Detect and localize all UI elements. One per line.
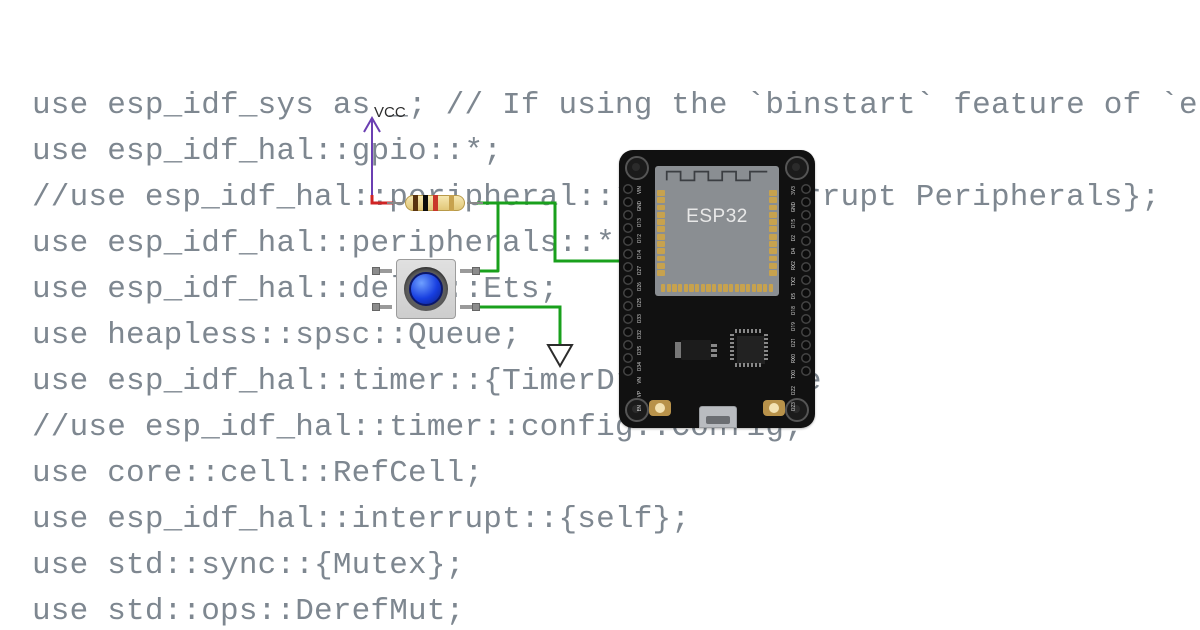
canvas: use esp_idf_sys as _; // If using the `b… [0,0,1200,630]
usb-uart-chip-icon [737,336,765,364]
antenna-icon [665,168,769,182]
button-cap-icon [409,272,443,306]
pin-labels-left: VINGNDD13D12D14D27D26D25D33D32D35D34VNVP… [637,186,643,386]
en-reset-button [763,400,785,416]
push-button [388,251,464,327]
resistor-band-4 [449,195,454,211]
resistor-band-3 [433,195,438,211]
esp32-shield: ESP32 [655,166,779,296]
pin-labels-right: 3V3GNDD15D2D4RX2TX2D5D18D19D21RX0TX0D22D… [791,186,797,386]
header-pins-left [623,184,633,376]
chip-label: ESP32 [655,206,779,228]
esp32-board: VINGNDD13D12D14D27D26D25D33D32D35D34VNVP… [619,150,815,428]
resistor-band-1 [413,195,418,211]
pull-up-resistor [393,192,477,214]
micro-usb-port-icon [699,406,737,428]
header-pins-right [801,184,811,376]
voltage-regulator-icon [681,340,711,360]
resistor-band-2 [423,195,428,211]
boot-button [649,400,671,416]
background-code: use esp_idf_sys as _; // If using the `b… [32,83,1200,630]
vcc-label: VCC [374,104,406,121]
